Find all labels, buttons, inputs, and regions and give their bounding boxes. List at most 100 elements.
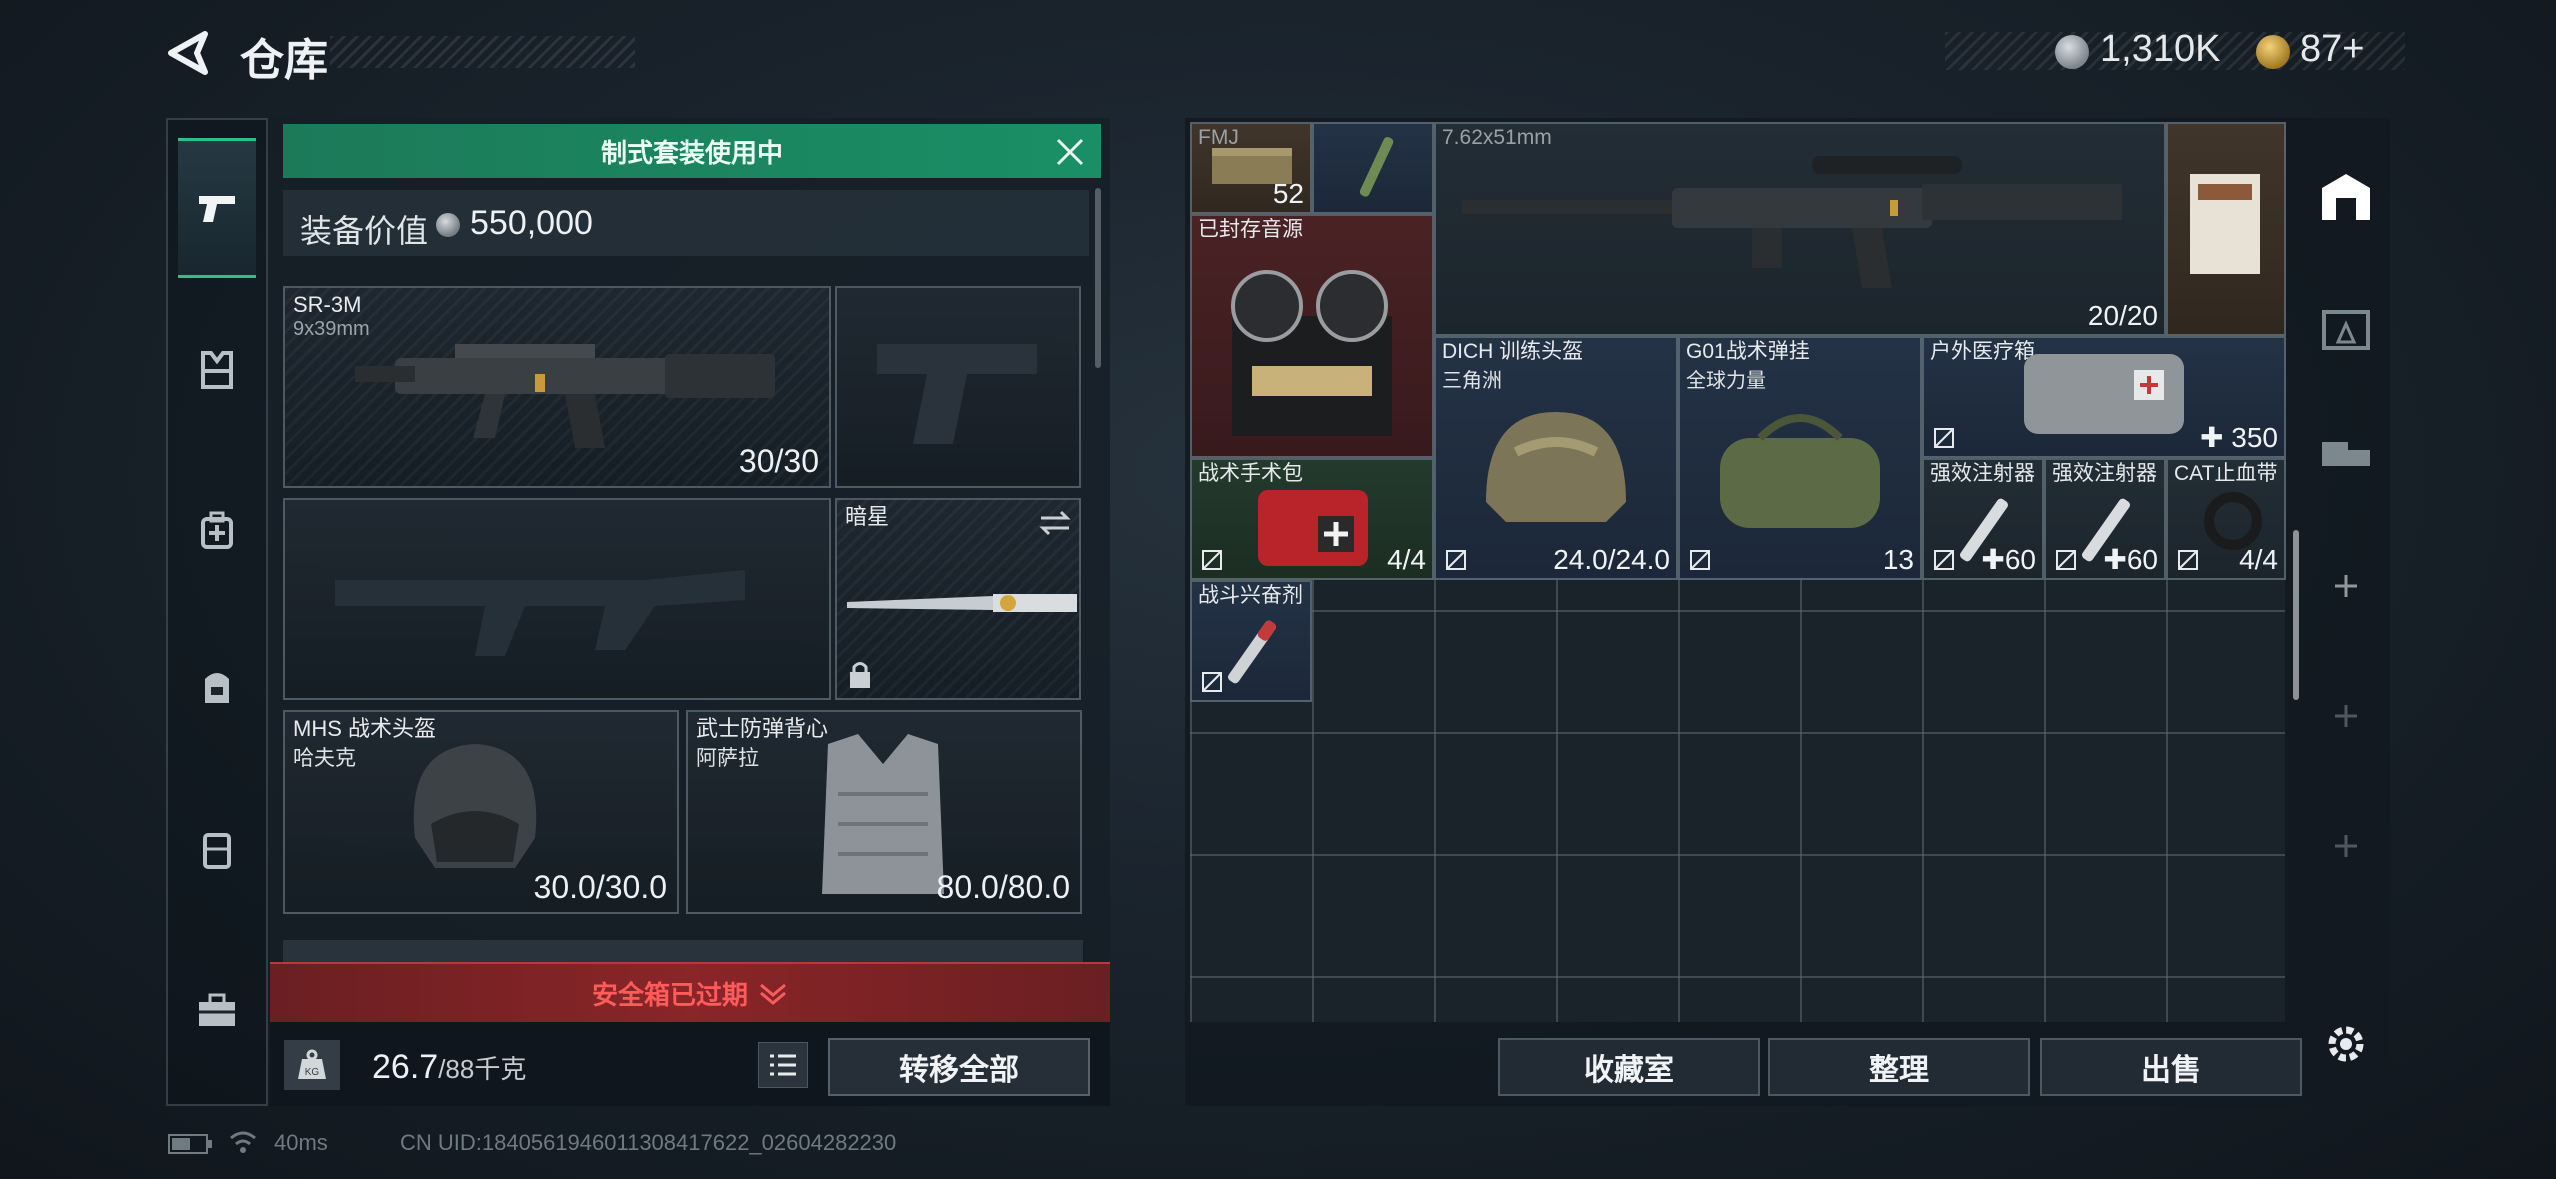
item-outdoor-medkit[interactable]: 户外医疗箱 ✚ 350	[1922, 336, 2286, 458]
primary-weapon-slot[interactable]: SR-3M 9x39mm 30/30	[283, 286, 831, 488]
item-g01-chest-rig[interactable]: G01战术弹挂 全球力量 13	[1678, 336, 1922, 580]
sell-button[interactable]: 出售	[2040, 1038, 2302, 1096]
item-sealed-audio[interactable]: 已封存音源	[1190, 214, 1434, 458]
item-injector-1[interactable]: 强效注射器 ✚60	[1922, 458, 2044, 580]
item-grenade[interactable]	[1312, 122, 1434, 214]
item-label: CAT止血带	[2174, 462, 2278, 485]
weight-max: /88千克	[438, 1054, 527, 1084]
item-dich-helmet[interactable]: DICH 训练头盔 三角洲 24.0/24.0	[1434, 336, 1678, 580]
item-label: 已封存音源	[1198, 218, 1303, 241]
safebox-status-bar[interactable]: 安全箱已过期	[270, 962, 1110, 1022]
backpack-icon	[205, 673, 229, 703]
gear-icon	[2328, 1026, 2364, 1062]
back-arrow-icon	[168, 31, 208, 75]
collection-room-button[interactable]: 收藏室	[1498, 1038, 1760, 1096]
item-fmj-ammo[interactable]: FMJ 52	[1190, 122, 1312, 214]
equipment-scrollbar[interactable]	[1095, 188, 1101, 368]
equipment-value-label: 装备价值	[300, 213, 429, 249]
item-label: 强效注射器	[1930, 462, 2035, 485]
gold-currency[interactable]: 87+	[2300, 28, 2364, 71]
stimulant-icon	[1228, 620, 1276, 684]
item-heal-amount: ✚60	[1981, 544, 2036, 575]
no-drop-icon	[2056, 550, 2076, 570]
secondary-weapon-slot[interactable]	[283, 498, 831, 700]
rail-weapons[interactable]	[178, 138, 256, 278]
surgical-kit-icon	[1258, 490, 1368, 566]
silver-coin-icon	[436, 213, 460, 237]
item-count: 20/20	[2087, 300, 2158, 331]
camo-helmet-icon	[1486, 412, 1626, 522]
helmet-icon	[413, 744, 537, 868]
back-button[interactable]	[165, 30, 215, 76]
sniper-rifle-icon	[1462, 156, 2122, 288]
item-heal-amount: ✚60	[2103, 544, 2158, 575]
no-drop-icon	[1934, 550, 1954, 570]
item-heal-value: 350	[2231, 422, 2278, 453]
swap-icon[interactable]	[1037, 508, 1073, 538]
chevron-down-icon	[760, 983, 786, 1005]
rail-medical[interactable]	[178, 460, 256, 600]
rail-chest-rig[interactable]	[178, 300, 256, 440]
add-storage-button-1[interactable]	[2316, 556, 2376, 616]
helmet-slot[interactable]: MHS 战术头盔 哈夫克 30.0/30.0	[283, 710, 679, 914]
container-icon	[203, 833, 231, 869]
plus-icon	[2335, 705, 2357, 727]
item-sniper-rifle[interactable]: 7.62x51mm 20/20	[1434, 122, 2166, 336]
transfer-all-button[interactable]: 转移全部	[828, 1038, 1090, 1096]
rail-safebox[interactable]	[178, 940, 256, 1080]
next-slot-row	[283, 940, 1083, 964]
storage-tab-3[interactable]	[2316, 424, 2376, 484]
sort-button[interactable]: 整理	[1768, 1038, 2030, 1096]
plus-icon	[2335, 835, 2357, 857]
pistol-silhouette-icon	[877, 344, 1037, 444]
item-durability: 24.0/24.0	[1553, 544, 1670, 575]
no-drop-icon	[1202, 672, 1222, 692]
no-drop-icon	[1202, 550, 1222, 570]
item-count: 52	[1272, 178, 1304, 209]
list-view-button[interactable]	[758, 1042, 808, 1088]
item-label: 战斗兴奋剂	[1198, 584, 1303, 607]
sidearm-slot[interactable]	[835, 286, 1081, 488]
weight-kg-icon: KG	[284, 1040, 340, 1090]
chest-rig-icon	[201, 351, 233, 389]
briefcase-icon	[199, 993, 235, 1026]
silver-currency[interactable]: 1,310K	[2100, 28, 2220, 71]
weight-current: 26.7	[372, 1048, 439, 1086]
no-drop-icon	[2178, 550, 2198, 570]
ping-display: 40ms	[274, 1130, 328, 1155]
close-banner-button[interactable]	[1052, 134, 1088, 170]
item-combat-stimulant[interactable]: 战斗兴奋剂	[1190, 580, 1312, 702]
duffel-bag-icon	[1720, 414, 1880, 528]
weapon-ammo-count: 30/30	[738, 443, 819, 479]
close-icon	[1056, 138, 1084, 166]
item-label: G01战术弹挂	[1686, 340, 1810, 363]
storage-scrollbar[interactable]	[2293, 530, 2299, 700]
no-drop-icon	[1934, 428, 1954, 448]
settings-button[interactable]	[2316, 1014, 2376, 1074]
melee-slot[interactable]: 暗星	[835, 498, 1081, 700]
silver-coin-icon	[2055, 35, 2089, 69]
kg-label: KG	[305, 1067, 320, 1078]
uid-display: CN UID:1840561946011308417622_0260428223…	[400, 1130, 897, 1155]
item-coffee-box[interactable]	[2166, 122, 2286, 336]
item-cat-tourniquet[interactable]: CAT止血带 4/4	[2166, 458, 2286, 580]
item-injector-2[interactable]: 强效注射器 ✚60	[2044, 458, 2166, 580]
armor-durability: 80.0/80.0	[936, 869, 1070, 905]
gold-coin-icon	[2256, 35, 2290, 69]
add-storage-button-2[interactable]	[2316, 686, 2376, 746]
item-sub: 三角洲	[1442, 370, 1502, 392]
storage-4-icon	[2322, 310, 2370, 350]
item-label: 强效注射器	[2052, 462, 2157, 485]
item-surgical-kit[interactable]: 战术手术包 4/4	[1190, 458, 1434, 580]
rail-backpack[interactable]	[178, 616, 256, 756]
weight-display: 26.7/88千克	[372, 1048, 526, 1087]
armor-slot[interactable]: 武士防弹背心 阿萨拉 80.0/80.0	[686, 710, 1082, 914]
item-label: DICH 训练头盔	[1442, 340, 1584, 363]
item-heal-value: 60	[2004, 544, 2036, 575]
storage-tab-4[interactable]	[2316, 296, 2376, 356]
rail-container[interactable]	[178, 780, 256, 920]
helmet-brand: 哈夫克	[293, 747, 356, 770]
no-drop-icon	[1446, 550, 1466, 570]
add-storage-button-3[interactable]	[2316, 816, 2376, 876]
storage-tab-main[interactable]	[2316, 166, 2376, 226]
